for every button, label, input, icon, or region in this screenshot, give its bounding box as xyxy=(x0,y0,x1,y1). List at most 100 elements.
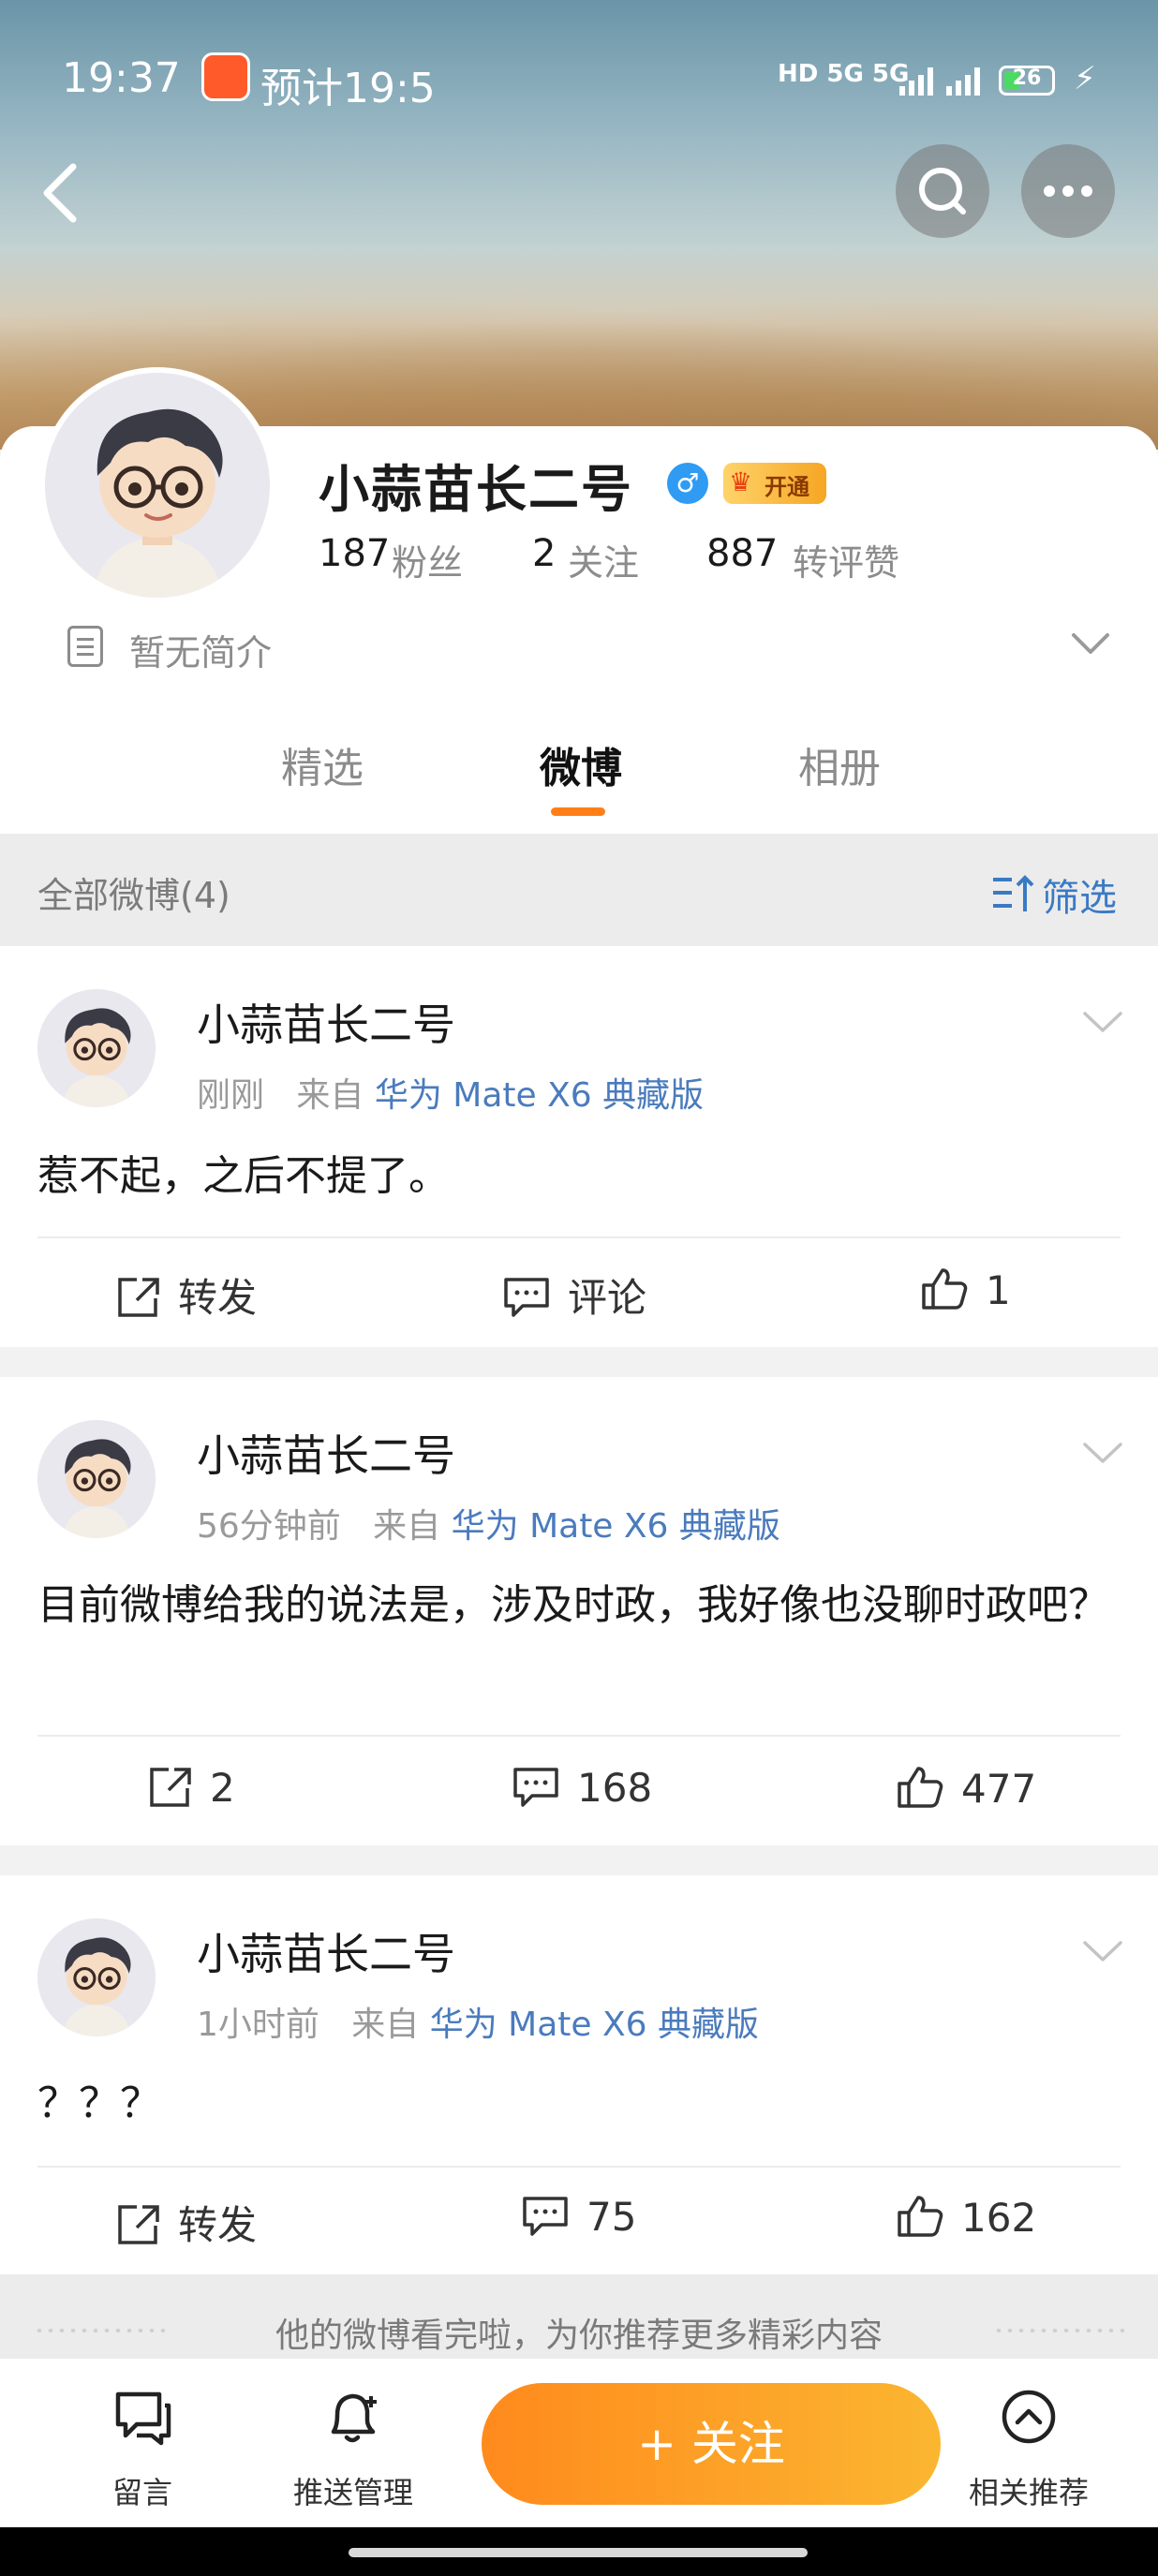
following-count[interactable]: 2 xyxy=(532,532,556,575)
profile-username: 小蒜苗长二号 xyxy=(319,460,633,519)
crown-icon: ♛ xyxy=(729,466,753,497)
chevron-down-icon xyxy=(1083,1443,1122,1463)
tab-weibo[interactable]: 微博 xyxy=(540,734,622,794)
profile-bio: 暂无简介 xyxy=(129,632,273,674)
post-text[interactable]: ？？？ xyxy=(37,2068,1121,2139)
signal-icon xyxy=(898,60,991,101)
post-card[interactable]: 小蒜苗长二号 1小时前 来自 华为 Mate X6 典藏版 ？？？ 转发 75 … xyxy=(0,1875,1158,2274)
chevron-down-icon xyxy=(1083,1012,1122,1032)
active-tab-indicator xyxy=(551,807,605,816)
post-text[interactable]: 惹不起，之后不提了。 xyxy=(37,1141,1121,1212)
post-source-device[interactable]: 华为 Mate X6 典藏版 xyxy=(430,2006,759,2044)
divider xyxy=(37,1236,1121,1238)
filter-sort-icon xyxy=(993,875,1034,911)
fans-count[interactable]: 187 xyxy=(319,532,390,575)
vip-open-badge[interactable]: ♛ 开通 xyxy=(723,463,826,504)
tab-featured[interactable]: 精选 xyxy=(281,734,364,794)
related-recommend-button[interactable]: 相关推荐 xyxy=(963,2389,1094,2510)
repost-button[interactable]: 转发 xyxy=(116,1266,257,1324)
post-time: 1小时前 xyxy=(197,2006,319,2044)
post-card[interactable]: 小蒜苗长二号 刚刚 来自 华为 Mate X6 典藏版 惹不起，之后不提了。 转… xyxy=(0,946,1158,1347)
push-settings-label: 推送管理 xyxy=(292,2475,413,2510)
post-source-device[interactable]: 华为 Mate X6 典藏版 xyxy=(452,1507,780,1546)
comment-icon xyxy=(513,1768,558,1807)
divider-dots xyxy=(993,2329,1124,2332)
profile-avatar[interactable] xyxy=(45,373,270,598)
message-button[interactable]: 留言 xyxy=(94,2389,191,2510)
divider xyxy=(37,1735,1121,1737)
bell-icon xyxy=(331,2393,377,2443)
post-avatar[interactable] xyxy=(37,1918,156,2036)
comment-button[interactable]: 75 xyxy=(521,2194,636,2240)
comment-icon xyxy=(504,1278,549,1317)
network-indicator: HD 5G 5G xyxy=(778,60,910,88)
message-bubble-icon xyxy=(115,2391,171,2446)
share-icon xyxy=(118,2205,159,2244)
document-icon xyxy=(67,626,103,667)
app-notification-icon xyxy=(201,52,250,101)
like-button[interactable]: 1 xyxy=(920,1266,1011,1313)
comment-button[interactable]: 168 xyxy=(512,1765,652,1811)
post-menu-button[interactable] xyxy=(1081,1008,1124,1040)
more-options-button[interactable] xyxy=(1021,144,1115,238)
related-recommend-label: 相关推荐 xyxy=(968,2475,1089,2510)
post-from-label: 来自 xyxy=(351,2006,420,2044)
chevron-left-icon xyxy=(43,163,77,223)
share-icon xyxy=(150,1768,191,1807)
like-button[interactable]: 477 xyxy=(896,1765,1036,1812)
interactions-label[interactable]: 转评赞 xyxy=(793,534,899,585)
post-time: 刚刚 xyxy=(197,1076,265,1115)
interactions-count[interactable]: 887 xyxy=(706,532,778,575)
post-author[interactable]: 小蒜苗长二号 xyxy=(197,1422,455,1484)
status-eta: 预计19:5 xyxy=(260,65,436,112)
battery-icon: 26 xyxy=(999,66,1055,96)
tab-album[interactable]: 相册 xyxy=(798,734,881,794)
charging-icon: ⚡ xyxy=(1074,60,1096,97)
comment-icon xyxy=(523,2197,568,2236)
fans-label[interactable]: 粉丝 xyxy=(392,534,463,585)
chevron-up-circle-icon xyxy=(1002,2390,1056,2444)
post-source-device[interactable]: 华为 Mate X6 典藏版 xyxy=(375,1076,704,1115)
post-menu-button[interactable] xyxy=(1081,1937,1124,1969)
share-icon xyxy=(118,1278,159,1317)
status-time: 19:37 xyxy=(62,54,181,102)
post-meta: 56分钟前 来自 华为 Mate X6 典藏版 xyxy=(197,1499,780,1547)
search-button[interactable] xyxy=(896,144,989,238)
recommend-text: 他的微博看完啦，为你推荐更多精彩内容 xyxy=(275,2317,883,2355)
post-time: 56分钟前 xyxy=(197,1507,341,1546)
post-from-label: 来自 xyxy=(373,1507,441,1546)
follow-button[interactable]: + 关注 xyxy=(482,2383,941,2505)
post-menu-button[interactable] xyxy=(1081,1439,1124,1471)
post-meta: 刚刚 来自 华为 Mate X6 典藏版 xyxy=(197,1068,704,1117)
chevron-down-icon xyxy=(1072,633,1109,654)
thumbs-up-icon xyxy=(898,2196,943,2237)
message-label: 留言 xyxy=(111,2475,172,2510)
post-author[interactable]: 小蒜苗长二号 xyxy=(197,991,455,1053)
post-author[interactable]: 小蒜苗长二号 xyxy=(197,1920,455,1982)
repost-button[interactable]: 转发 xyxy=(116,2194,257,2251)
following-label[interactable]: 关注 xyxy=(568,534,639,585)
post-meta: 1小时前 来自 华为 Mate X6 典藏版 xyxy=(197,1997,759,2046)
post-avatar[interactable] xyxy=(37,989,156,1107)
thumbs-up-icon xyxy=(922,1268,968,1310)
filter-button[interactable]: 筛选 xyxy=(991,867,1117,922)
search-icon xyxy=(919,168,966,215)
back-button[interactable] xyxy=(34,159,90,225)
post-text[interactable]: 目前微博给我的说法是，涉及时政，我好像也没聊时政吧？ xyxy=(37,1570,1121,1641)
post-from-label: 来自 xyxy=(296,1076,364,1115)
divider xyxy=(37,2166,1121,2168)
home-indicator[interactable] xyxy=(349,2548,808,2557)
comment-button[interactable]: 评论 xyxy=(502,1266,646,1324)
post-card[interactable]: 小蒜苗长二号 56分钟前 来自 华为 Mate X6 典藏版 目前微博给我的说法… xyxy=(0,1377,1158,1845)
filter-label: 筛选 xyxy=(1042,877,1117,920)
repost-button[interactable]: 2 xyxy=(148,1765,235,1811)
all-posts-count: 全部微博(4) xyxy=(37,875,230,916)
push-settings-button[interactable]: 推送管理 xyxy=(283,2389,423,2510)
chevron-down-icon xyxy=(1083,1941,1122,1962)
post-avatar[interactable] xyxy=(37,1420,156,1538)
thumbs-up-icon xyxy=(898,1767,943,1808)
expand-bio-button[interactable] xyxy=(1070,629,1111,661)
male-gender-icon: ♂ xyxy=(667,463,708,504)
more-dots-icon xyxy=(1044,185,1092,197)
like-button[interactable]: 162 xyxy=(896,2194,1036,2241)
